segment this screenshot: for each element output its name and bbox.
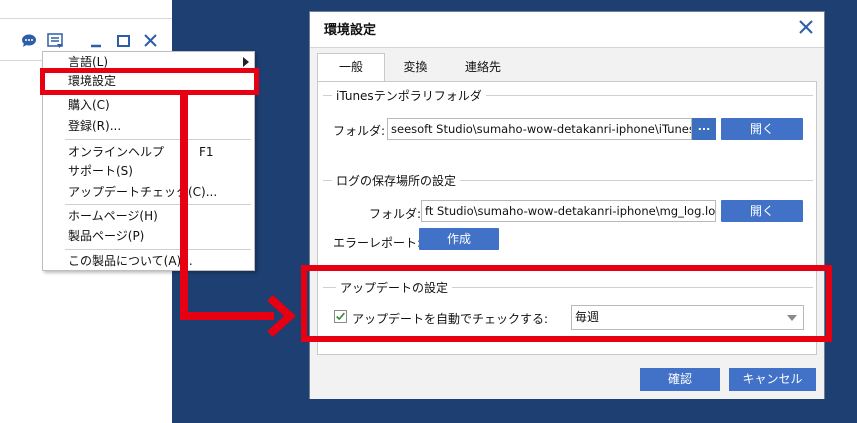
menu-item-product-page[interactable]: 製品ページ(P) bbox=[68, 227, 144, 245]
arrow-right-icon bbox=[267, 295, 296, 337]
shortcut-label: F1 bbox=[199, 145, 214, 159]
itunes-browse-button[interactable]: ... bbox=[692, 118, 716, 140]
highlight-box-menu bbox=[40, 68, 259, 95]
menu-item-online-help[interactable]: オンラインヘルプ bbox=[68, 143, 164, 161]
ok-button[interactable]: 確認 bbox=[640, 368, 720, 391]
maximize-icon[interactable] bbox=[116, 33, 132, 49]
close-icon[interactable] bbox=[143, 33, 159, 49]
dialog-close-icon[interactable] bbox=[798, 19, 814, 35]
log-folder-input[interactable]: ft Studio\sumaho-wow-detakanri-iphone\mg… bbox=[421, 200, 716, 222]
menu-separator bbox=[65, 139, 251, 140]
menu-item-homepage[interactable]: ホームページ(H) bbox=[68, 207, 158, 225]
itunes-folder-input[interactable]: seesoft Studio\sumaho-wow-detakanri-ipho… bbox=[387, 118, 692, 140]
dialog-title: 環境設定 bbox=[324, 23, 377, 38]
create-report-button[interactable]: 作成 bbox=[419, 228, 499, 250]
error-report-label: エラーレポート: bbox=[333, 236, 422, 250]
dialog-body: 一般 変換 連絡先 iTunesテンポラリフォルダ フォルダ: seesoft … bbox=[310, 47, 824, 399]
menu-item-update-check[interactable]: アップデートチェック(C)... bbox=[68, 183, 217, 201]
highlight-arrow-shaft bbox=[180, 95, 188, 320]
menu-item-support[interactable]: サポート(S) bbox=[68, 162, 133, 180]
chat-icon[interactable] bbox=[21, 33, 37, 49]
itunes-group-title: iTunesテンポラリフォルダ bbox=[332, 87, 486, 104]
tab-conversion[interactable]: 変換 bbox=[393, 54, 438, 81]
cancel-button[interactable]: キャンセル bbox=[729, 368, 816, 391]
minimize-icon[interactable] bbox=[89, 33, 105, 49]
tab-contacts[interactable]: 連絡先 bbox=[447, 54, 519, 81]
log-folder-label: フォルダ: bbox=[369, 207, 422, 221]
itunes-folder-label: フォルダ: bbox=[333, 124, 386, 138]
itunes-open-button[interactable]: 開く bbox=[721, 118, 803, 140]
log-group-title: ログの保存場所の設定 bbox=[332, 172, 461, 189]
log-open-button[interactable]: 開く bbox=[721, 200, 803, 222]
submenu-arrow-icon bbox=[243, 57, 249, 67]
menu-item-about[interactable]: この製品について(A)... bbox=[68, 252, 193, 270]
tab-general[interactable]: 一般 bbox=[317, 53, 385, 82]
menu-separator bbox=[65, 204, 251, 205]
highlight-box-update-settings bbox=[301, 265, 832, 342]
highlight-arrow-shaft bbox=[180, 312, 274, 320]
menu-icon[interactable] bbox=[47, 33, 63, 49]
menu-item-purchase[interactable]: 購入(C) bbox=[68, 96, 110, 114]
menu-separator bbox=[65, 249, 251, 250]
menu-item-register[interactable]: 登録(R)... bbox=[68, 117, 121, 135]
